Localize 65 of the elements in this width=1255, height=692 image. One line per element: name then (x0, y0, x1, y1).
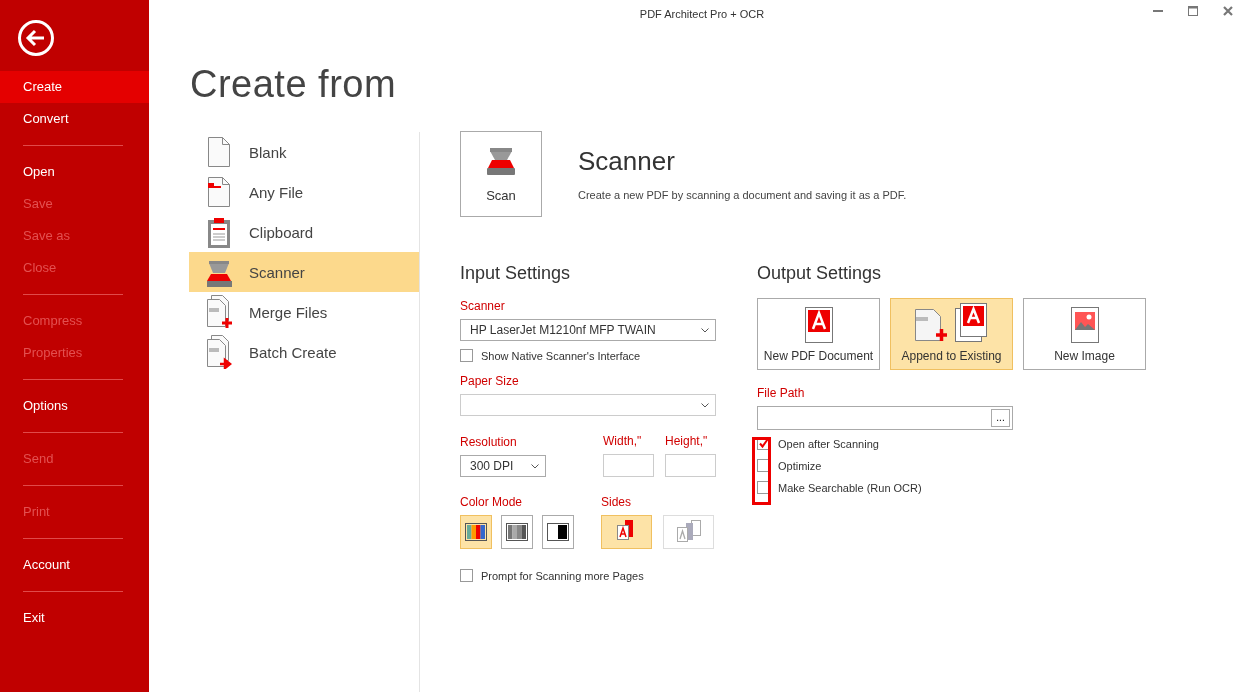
checkbox-label: Open after Scanning (778, 437, 879, 450)
batch-files-icon (205, 335, 233, 369)
width-input[interactable] (603, 454, 654, 477)
source-item[interactable]: Blank (189, 132, 419, 172)
source-item[interactable]: Merge Files (189, 292, 419, 332)
file-path-field[interactable]: ... (757, 406, 1013, 430)
field-label: Scanner (460, 299, 506, 315)
sidebar-item[interactable]: Open (0, 156, 149, 188)
maximize-icon[interactable] (1188, 6, 1198, 16)
source-item[interactable]: Batch Create (189, 332, 419, 372)
sidebar-item[interactable]: Account (0, 549, 149, 581)
page-title: Create from (190, 62, 398, 107)
clipboard-icon (205, 215, 233, 249)
image-icon (1070, 307, 1099, 343)
sidebar-item[interactable]: Create (0, 71, 149, 103)
field-label: Width," (603, 434, 643, 450)
checkbox-label: Show Native Scanner's Interface (481, 349, 641, 362)
field-label: Sides (601, 495, 633, 511)
color-mode-button[interactable] (460, 515, 492, 549)
section-heading: Scanner (578, 146, 676, 177)
output-option-button[interactable]: Append to Existing (890, 298, 1013, 370)
back-button[interactable] (17, 19, 55, 57)
source-item[interactable]: Clipboard (189, 212, 419, 252)
grayscale-mode-button[interactable] (501, 515, 533, 549)
scanner-dropdown[interactable]: HP LaserJet M1210nf MFP TWAIN (460, 319, 716, 341)
close-icon[interactable] (1223, 6, 1233, 16)
single-sided-button[interactable] (601, 515, 652, 549)
monochrome-mode-button[interactable] (542, 515, 574, 549)
source-item[interactable]: Any File (189, 172, 419, 212)
sidebar-item[interactable]: Options (0, 390, 149, 422)
append-document-icon (913, 303, 990, 343)
field-label: File Path (757, 386, 806, 402)
section-description: Create a new PDF by scanning a document and saving it as a PDF. (578, 189, 907, 201)
file-icon (205, 175, 233, 209)
checkbox[interactable] (460, 569, 473, 582)
striped-square-icon (506, 523, 528, 541)
window-title: PDF Architect Pro + OCR (639, 8, 765, 20)
checkbox-label: Optimize (778, 459, 822, 472)
resolution-dropdown[interactable]: 300 DPI (460, 455, 546, 477)
pdf-document-icon (804, 307, 833, 343)
scan-button[interactable]: Scan (460, 131, 542, 217)
output-settings-title: Output Settings (757, 263, 883, 285)
striped-square-icon (465, 523, 487, 541)
caret-icon (701, 402, 709, 408)
height-input[interactable] (665, 454, 716, 477)
checkbox[interactable] (460, 349, 473, 362)
field-label: Height," (665, 434, 709, 450)
caret-icon (531, 463, 539, 469)
output-option-button[interactable]: New PDF Document (757, 298, 880, 370)
half-filled-square-icon (547, 523, 569, 541)
checkbox-label: Make Searchable (Run OCR) (778, 481, 922, 494)
merge-files-icon (205, 295, 233, 329)
blank-page-icon (205, 135, 233, 169)
sidebar-item[interactable]: Exit (0, 602, 149, 634)
output-option-button[interactable]: New Image (1023, 298, 1146, 370)
input-settings-title: Input Settings (460, 263, 572, 285)
source-item[interactable]: Scanner (189, 252, 419, 292)
scanner-icon (485, 145, 517, 176)
browse-button[interactable]: ... (991, 409, 1010, 427)
sidebar-item[interactable]: Convert (0, 103, 149, 135)
caret-icon (701, 327, 709, 333)
checkbox-label: Prompt for Scanning more Pages (481, 569, 644, 582)
field-label: Color Mode (460, 495, 524, 511)
field-label: Paper Size (460, 374, 520, 390)
field-label: Resolution (460, 435, 518, 451)
